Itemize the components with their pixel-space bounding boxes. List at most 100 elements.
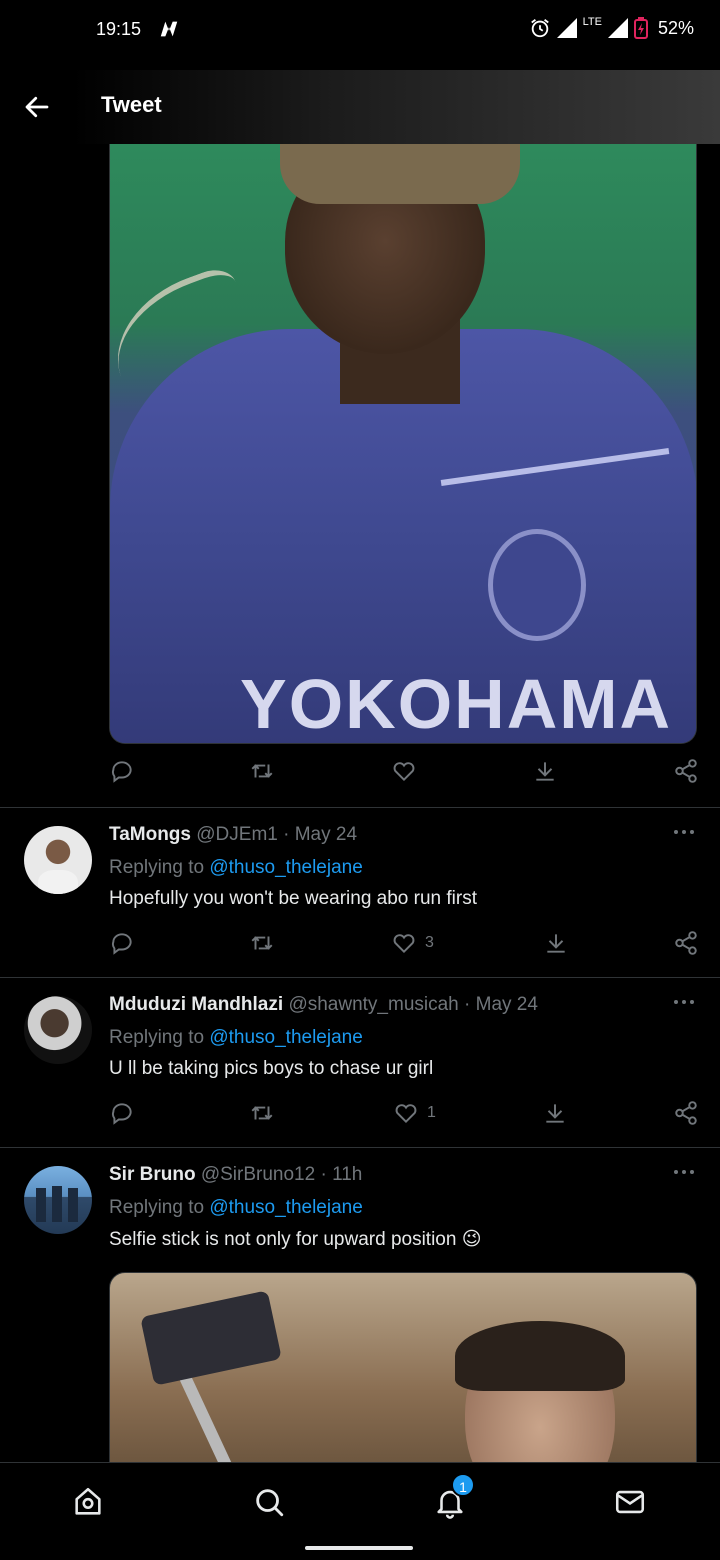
wink-emoji: 😉 [461, 1229, 482, 1250]
reply-text: Selfie stick is not only for upward posi… [109, 1228, 482, 1251]
mention-link[interactable]: @thuso_thelejane [209, 1027, 362, 1048]
photo-cap [280, 144, 520, 204]
top-bar: Tweet [0, 70, 720, 144]
download-icon [546, 1104, 564, 1123]
status-bar: 19:15 LTE 52% [0, 0, 720, 62]
post-date: · May 24 [464, 994, 538, 1015]
divider [0, 977, 720, 978]
network-type: LTE [582, 15, 602, 28]
avatar[interactable] [24, 1166, 92, 1234]
post-date: · May 24 [283, 824, 358, 845]
reply-text: U ll be taking pics boys to chase ur gir… [109, 1058, 434, 1079]
page-title: Tweet [101, 92, 162, 117]
reply-icon [111, 761, 132, 783]
reply-item[interactable]: Sir Bruno @SirBruno12 · 11h Replying to … [0, 1164, 720, 1264]
reply-button[interactable] [109, 930, 135, 956]
reply-header: Mduduzi Mandhlazi @shawnty_musicah · May… [109, 994, 538, 1016]
alarm-icon [530, 19, 549, 38]
download-icon [547, 934, 565, 953]
mention-link[interactable]: @thuso_thelejane [209, 857, 362, 878]
reply-photo[interactable] [109, 1272, 697, 1472]
battery-percent: 52% [657, 17, 694, 38]
more-options-icon[interactable] [672, 1168, 696, 1176]
retweet-icon [251, 764, 273, 778]
avatar[interactable] [24, 826, 92, 894]
author-handle: @DJEm1 [196, 824, 278, 845]
tweet-photo[interactable]: YOKOHAMA [109, 144, 697, 744]
replying-prefix: Replying to [109, 857, 210, 878]
author-name[interactable]: Sir Bruno [109, 1164, 196, 1185]
photo-shirt-text: YOKOHAMA [240, 665, 673, 743]
home-icon [75, 1487, 101, 1515]
reply-button[interactable] [109, 1100, 135, 1126]
heart-icon [395, 1104, 417, 1124]
like-count: 3 [425, 934, 434, 951]
mention-link[interactable]: @thuso_thelejane [209, 1197, 362, 1218]
reply-actions: 1 [109, 1100, 709, 1136]
reply-icon [111, 1103, 132, 1125]
like-count: 1 [427, 1104, 436, 1121]
more-options-icon[interactable] [672, 828, 696, 836]
like-button[interactable]: 3 [391, 930, 434, 956]
retweet-button[interactable] [249, 930, 275, 956]
nav-messages[interactable] [613, 1485, 653, 1525]
home-indicator[interactable] [305, 1546, 413, 1550]
reply-text-content: Selfie stick is not only for upward posi… [109, 1229, 457, 1250]
signal-icon-2 [607, 18, 628, 38]
share-icon [675, 931, 697, 955]
signal-icon [556, 18, 577, 38]
like-button[interactable]: 1 [393, 1100, 436, 1126]
photo-phone [140, 1290, 282, 1386]
retweet-icon [251, 936, 273, 950]
like-button[interactable] [391, 758, 417, 784]
share-button[interactable] [673, 1100, 699, 1126]
reply-icon [111, 933, 132, 955]
notification-badge: 1 [451, 1473, 475, 1497]
nav-search[interactable] [252, 1485, 292, 1525]
share-button[interactable] [673, 758, 699, 784]
photo-selfie-stick [178, 1371, 244, 1471]
bookmark-button[interactable] [542, 1100, 568, 1126]
reply-text: Hopefully you won't be wearing abo run f… [109, 888, 477, 909]
heart-icon [393, 934, 415, 954]
back-arrow-icon[interactable] [22, 92, 52, 122]
replying-to: Replying to @thuso_thelejane [109, 1027, 363, 1049]
more-options-icon[interactable] [672, 998, 696, 1006]
nav-home[interactable] [71, 1485, 111, 1525]
avatar[interactable] [24, 996, 92, 1064]
battery-icon [633, 17, 648, 39]
bookmark-button[interactable] [532, 758, 558, 784]
retweet-icon [251, 1106, 273, 1120]
share-icon [675, 1101, 697, 1125]
replying-prefix: Replying to [109, 1027, 210, 1048]
share-icon [675, 759, 697, 783]
author-name[interactable]: Mduduzi Mandhlazi [109, 994, 283, 1015]
author-name[interactable]: TaMongs [109, 824, 191, 845]
replying-to: Replying to @thuso_thelejane [109, 857, 363, 879]
main-tweet-actions [109, 758, 709, 794]
post-date: · 11h [320, 1164, 363, 1185]
download-icon [536, 762, 554, 781]
reply-item[interactable]: Mduduzi Mandhlazi @shawnty_musicah · May… [0, 994, 720, 1144]
photo-hair [455, 1321, 625, 1391]
reply-button[interactable] [109, 758, 135, 784]
share-button[interactable] [673, 930, 699, 956]
heart-icon [393, 762, 415, 782]
divider [0, 807, 720, 808]
messages-icon [615, 1490, 645, 1514]
retweet-button[interactable] [249, 758, 275, 784]
search-icon [256, 1489, 284, 1517]
reply-item[interactable]: TaMongs @DJEm1 · May 24 Replying to @thu… [0, 824, 720, 974]
reply-header: Sir Bruno @SirBruno12 · 11h [109, 1164, 362, 1186]
reply-header: TaMongs @DJEm1 · May 24 [109, 824, 357, 846]
bookmark-button[interactable] [543, 930, 569, 956]
retweet-button[interactable] [249, 1100, 275, 1126]
replying-to: Replying to @thuso_thelejane [109, 1197, 363, 1219]
replying-prefix: Replying to [109, 1197, 210, 1218]
author-handle: @shawnty_musicah [288, 994, 459, 1015]
divider [0, 1147, 720, 1148]
status-right: LTE 52% [529, 15, 694, 39]
photo-club-badge [488, 529, 586, 641]
status-time: 19:15 [96, 19, 142, 39]
reply-actions: 3 [109, 930, 709, 966]
